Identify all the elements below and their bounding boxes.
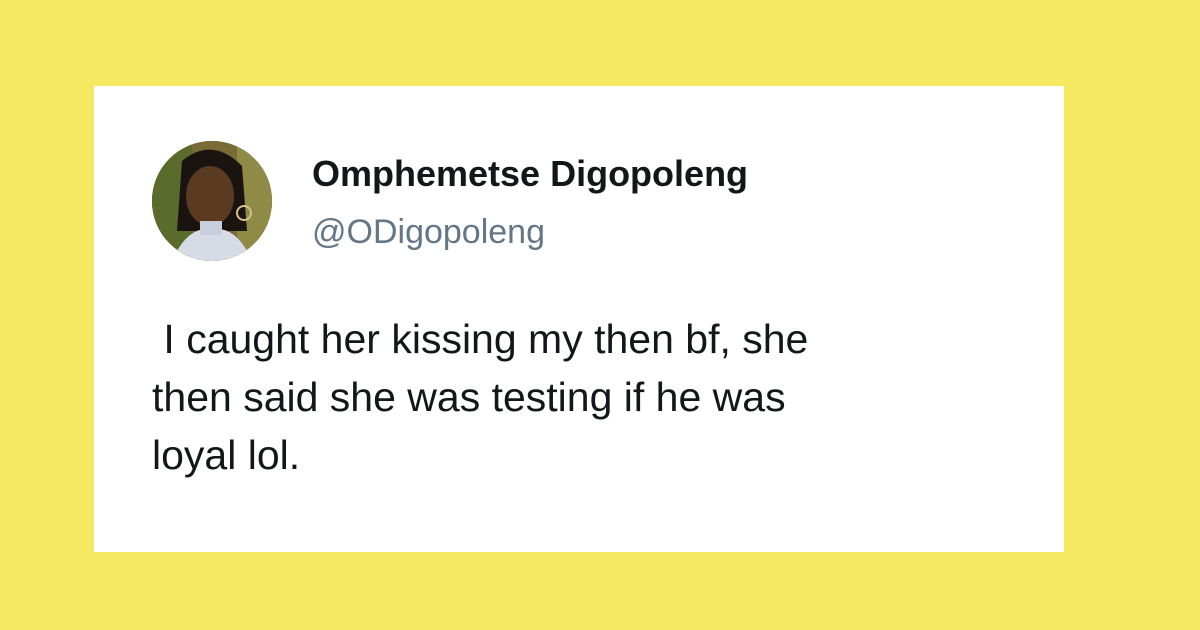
tweet-card: Omphemetse Digopoleng @ODigopoleng I cau… xyxy=(94,86,1064,552)
avatar[interactable] xyxy=(152,141,272,261)
profile-photo-icon xyxy=(152,141,272,261)
tweet-text: I caught her kissing my then bf, she the… xyxy=(152,316,809,478)
user-handle[interactable]: @ODigopoleng xyxy=(312,215,545,249)
display-name[interactable]: Omphemetse Digopoleng xyxy=(312,156,748,192)
